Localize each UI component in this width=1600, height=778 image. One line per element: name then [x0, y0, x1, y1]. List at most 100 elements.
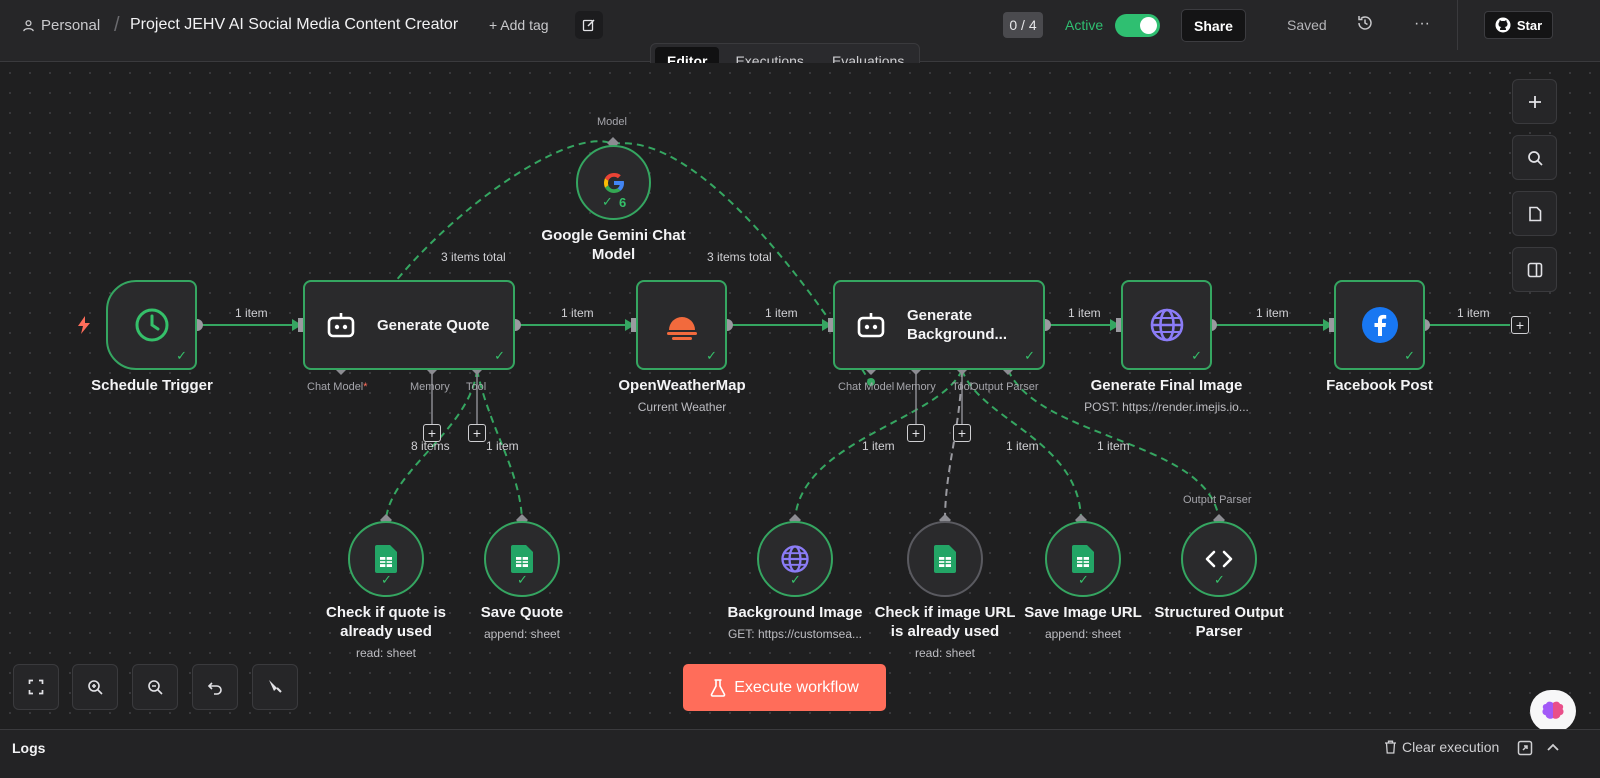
- globe-icon: [1149, 307, 1185, 343]
- zoom-out-button[interactable]: [132, 664, 178, 710]
- history-button[interactable]: [1356, 14, 1376, 34]
- chevron-up-icon[interactable]: [1545, 740, 1561, 756]
- success-check-icon: ✓: [1214, 572, 1225, 587]
- workflow-canvas[interactable]: ✓ Schedule Trigger Generate Quote ✓ Chat…: [0, 63, 1600, 728]
- search-icon: [1527, 150, 1543, 166]
- node-title: Check if image URL is already used: [874, 604, 1016, 640]
- node-generate-background[interactable]: Generate Background... ✓: [833, 280, 1045, 370]
- add-memory-button[interactable]: +: [907, 424, 925, 442]
- node-title: Background Image: [727, 604, 863, 621]
- history-icon: [1358, 16, 1372, 30]
- ai-assistant-button[interactable]: [1530, 690, 1576, 732]
- run-count: 6: [619, 195, 627, 210]
- search-nodes-button[interactable]: [1512, 135, 1557, 180]
- port-output-parser: Output Parser: [970, 381, 1039, 393]
- node-schedule-trigger[interactable]: ✓: [106, 280, 197, 370]
- node-structured-output-parser[interactable]: ✓: [1181, 521, 1257, 597]
- node-title: Schedule Trigger: [91, 377, 213, 394]
- edge-label: 1 item: [1256, 306, 1289, 320]
- edge-label: 8 items: [411, 439, 450, 453]
- edit-description-button[interactable]: [575, 11, 603, 39]
- pop-out-icon[interactable]: [1517, 740, 1533, 756]
- edge-label: 1 item: [486, 439, 519, 453]
- port-output-parser: Output Parser: [1183, 494, 1252, 506]
- node-title: OpenWeatherMap: [618, 377, 746, 394]
- more-options-button[interactable]: ···: [1412, 14, 1432, 34]
- saved-status: Saved: [1287, 17, 1327, 33]
- node-subtitle: Current Weather: [637, 400, 727, 414]
- node-subtitle: append: sheet: [483, 627, 561, 641]
- trash-icon: [1385, 740, 1396, 754]
- edge-label: 1 item: [1457, 306, 1490, 320]
- node-title: Generate Final Image: [1090, 377, 1243, 394]
- node-title: Facebook Post: [1326, 377, 1433, 394]
- zoom-in-button[interactable]: [72, 664, 118, 710]
- execute-workflow-button[interactable]: Execute workflow: [683, 664, 886, 711]
- flask-icon: [710, 678, 726, 697]
- toggle-panel-button[interactable]: [1512, 247, 1557, 292]
- node-generate-final-image[interactable]: ✓: [1121, 280, 1212, 370]
- sticky-note-icon: [1528, 206, 1541, 221]
- node-background-image[interactable]: ✓: [757, 521, 833, 597]
- node-facebook-post[interactable]: ✓: [1334, 280, 1425, 370]
- node-check-image-url[interactable]: [907, 521, 983, 597]
- sheets-icon: [1072, 545, 1094, 573]
- add-sticky-note-button[interactable]: [1512, 191, 1557, 236]
- trigger-bolt-icon: [78, 316, 90, 334]
- active-toggle[interactable]: [1115, 14, 1160, 37]
- add-tag-button[interactable]: + Add tag: [489, 0, 549, 50]
- github-star-button[interactable]: Star: [1484, 11, 1553, 39]
- node-openweathermap[interactable]: ✓: [636, 280, 727, 370]
- breadcrumb-personal[interactable]: Personal: [22, 0, 100, 50]
- tidy-up-button[interactable]: [252, 664, 298, 710]
- add-node-button[interactable]: [1512, 79, 1557, 124]
- success-check-icon: ✓: [1191, 348, 1202, 363]
- node-google-gemini[interactable]: ✓ 6: [576, 145, 651, 220]
- node-title: Save Quote: [480, 604, 564, 621]
- add-tool-button[interactable]: +: [468, 424, 486, 442]
- node-title: Generate Quote: [377, 316, 490, 334]
- add-tool-button[interactable]: +: [953, 424, 971, 442]
- plus-icon: [1528, 95, 1541, 108]
- production-checklist-counter[interactable]: 0 / 4: [1003, 12, 1043, 38]
- clean-icon: [269, 680, 282, 693]
- node-subtitle: read: sheet: [355, 646, 417, 660]
- sheets-icon: [375, 545, 397, 573]
- fit-view-icon: [28, 679, 44, 695]
- undo-icon: [207, 682, 222, 695]
- edge-label: 1 item: [561, 306, 594, 320]
- success-check-icon: ✓: [1024, 348, 1035, 363]
- edge-label: 1 item: [1006, 439, 1039, 453]
- breadcrumb-separator: /: [114, 13, 120, 36]
- active-label: Active: [1065, 17, 1104, 33]
- port-memory: Memory: [896, 381, 936, 393]
- add-next-node-button[interactable]: +: [1511, 316, 1529, 334]
- zoom-in-icon: [88, 680, 103, 695]
- port-tool: Tool: [466, 381, 487, 393]
- node-save-image-url[interactable]: ✓: [1045, 521, 1121, 597]
- edge-label: 1 item: [235, 306, 268, 320]
- breadcrumb-personal-label: Personal: [41, 16, 101, 34]
- port-memory: Memory: [410, 381, 450, 393]
- port-chat-model: Chat Model*: [307, 381, 368, 393]
- robot-icon: [855, 309, 887, 341]
- execute-workflow-label: Execute workflow: [734, 678, 859, 696]
- undo-button[interactable]: [192, 664, 238, 710]
- edge-label: 1 item: [1097, 439, 1130, 453]
- logs-panel[interactable]: Logs Clear execution: [0, 729, 1600, 778]
- node-subtitle: GET: https://customsea...: [727, 627, 863, 641]
- clear-execution-button[interactable]: Clear execution: [1384, 739, 1499, 755]
- fit-view-button[interactable]: [13, 664, 59, 710]
- edge-label: 1 item: [765, 306, 798, 320]
- share-button[interactable]: Share: [1181, 9, 1246, 42]
- node-generate-quote[interactable]: Generate Quote ✓: [303, 280, 515, 370]
- clear-execution-label: Clear execution: [1402, 739, 1500, 755]
- node-check-quote[interactable]: ✓: [348, 521, 424, 597]
- edge-label: 3 items total: [441, 250, 506, 264]
- project-title[interactable]: Project JEHV AI Social Media Content Cre…: [130, 0, 458, 50]
- github-icon: [1495, 17, 1511, 33]
- sheets-icon: [511, 545, 533, 573]
- success-check-icon: ✓: [1404, 348, 1415, 363]
- node-save-quote[interactable]: ✓: [484, 521, 560, 597]
- edge-label: 1 item: [862, 439, 895, 453]
